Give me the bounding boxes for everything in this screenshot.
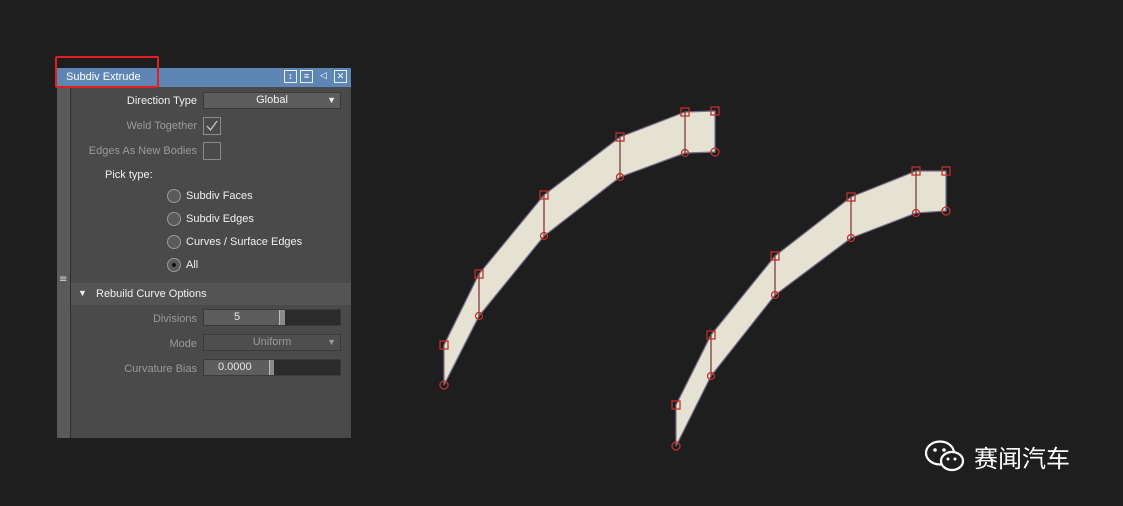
rebuild-curve-options-title: Rebuild Curve Options <box>96 288 207 300</box>
radio-subdiv-edges-label: Subdiv Edges <box>186 213 254 225</box>
weld-together-checkbox[interactable] <box>203 117 221 135</box>
watermark: 赛闻汽车 <box>924 438 1070 474</box>
wechat-icon <box>924 440 965 472</box>
radio-subdiv-faces[interactable] <box>167 189 181 203</box>
divisions-slider[interactable]: 5 <box>203 309 341 326</box>
curvature-bias-slider[interactable]: 0.0000 <box>203 359 341 376</box>
curvature-bias-value[interactable]: 0.0000 <box>204 360 270 375</box>
radio-all-label: All <box>186 259 199 271</box>
radio-subdiv-faces-label: Subdiv Faces <box>186 190 253 202</box>
triangle-down-icon[interactable]: ▼ <box>78 288 87 298</box>
rebuild-curve-options-header[interactable]: ▼ Rebuild Curve Options <box>71 283 351 305</box>
curvature-bias-label: Curvature Bias <box>124 363 197 375</box>
chevron-down-icon: ▼ <box>327 95 336 105</box>
direction-type-dropdown[interactable]: Global ▼ <box>203 92 341 109</box>
extruded-surface-right[interactable] <box>671 166 951 451</box>
radio-subdiv-edges[interactable] <box>167 212 181 226</box>
direction-type-value: Global <box>256 94 288 106</box>
watermark-text: 赛闻汽车 <box>974 444 1070 473</box>
subdiv-extrude-window: Subdiv Extrude ↕ ≡ ◁ ✕ ≡ Direction Type … <box>57 68 351 438</box>
chevron-down-icon: ▼ <box>327 337 336 347</box>
window-title: Subdiv Extrude <box>66 71 141 83</box>
menu-lines-icon[interactable]: ≡ <box>300 70 313 83</box>
mode-value: Uniform <box>252 336 292 348</box>
extruded-surface-left[interactable] <box>439 106 720 390</box>
direction-type-label: Direction Type <box>126 95 197 107</box>
divisions-value[interactable]: 5 <box>204 310 280 325</box>
close-icon[interactable]: ✕ <box>334 70 347 83</box>
divisions-label: Divisions <box>152 313 197 325</box>
window-title-bar[interactable]: Subdiv Extrude ↕ ≡ ◁ ✕ <box>57 68 351 87</box>
mode-dropdown[interactable]: Uniform ▼ <box>203 334 341 351</box>
radio-curves-surface-edges-label: Curves / Surface Edges <box>186 236 303 248</box>
edges-as-new-bodies-checkbox[interactable] <box>203 142 221 160</box>
pick-type-label: Pick type: <box>105 169 153 181</box>
edges-as-new-bodies-label: Edges As New Bodies <box>88 145 197 157</box>
resize-icon[interactable]: ↕ <box>284 70 297 83</box>
curvature-bias-slider-handle[interactable] <box>269 360 274 375</box>
checkmark-icon <box>206 120 218 132</box>
grip-icon[interactable]: ≡ <box>59 275 67 285</box>
panel-sidebar[interactable]: ≡ <box>57 87 71 438</box>
radio-curves-surface-edges[interactable] <box>167 235 181 249</box>
weld-together-label: Weld Together <box>126 120 197 132</box>
divisions-slider-handle[interactable] <box>279 310 285 325</box>
radio-all[interactable] <box>167 258 181 272</box>
collapse-arrow-icon[interactable]: ◁ <box>317 70 330 83</box>
mode-label: Mode <box>169 338 197 350</box>
